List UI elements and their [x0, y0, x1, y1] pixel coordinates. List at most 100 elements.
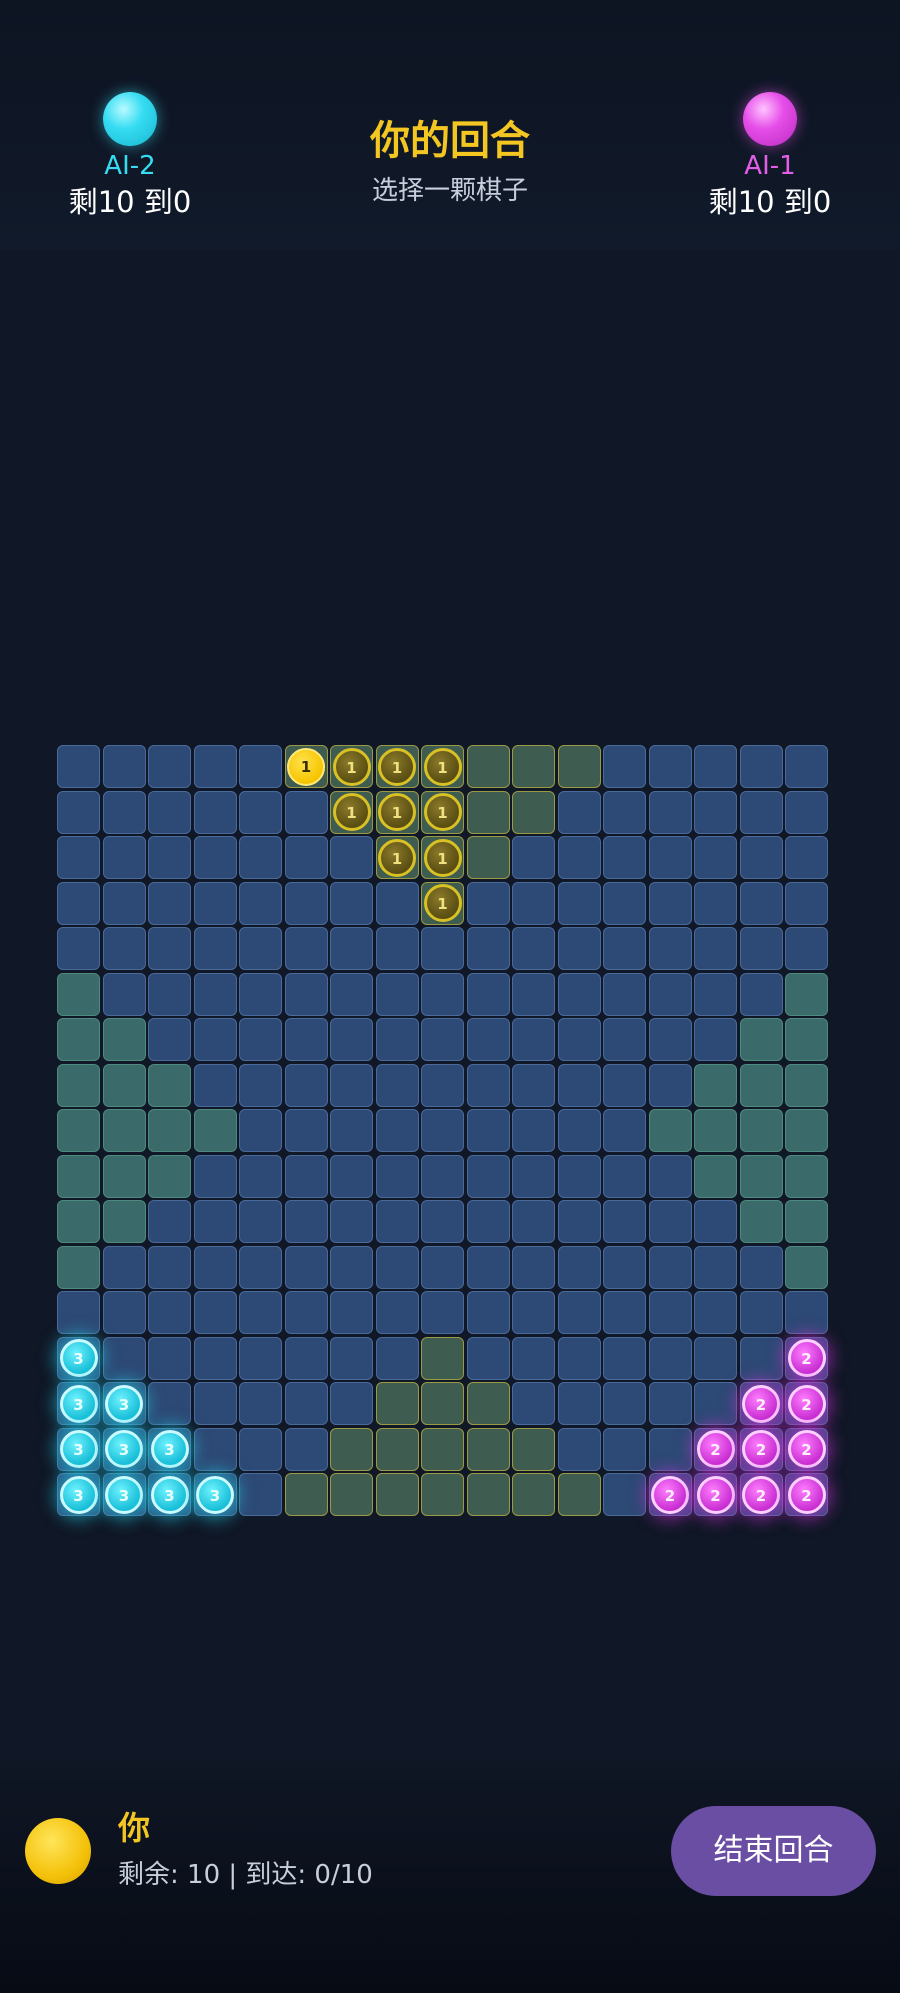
board-cell[interactable] — [193, 972, 237, 1016]
magenta-piece[interactable]: 2 — [696, 1475, 735, 1514]
board-cell[interactable] — [557, 1063, 601, 1107]
board-cell[interactable] — [57, 1018, 100, 1061]
board-cell[interactable] — [193, 1382, 237, 1425]
board-cell[interactable] — [694, 836, 737, 879]
selected-yellow-piece[interactable]: 1 — [287, 747, 325, 786]
magenta-piece[interactable]: 2 — [696, 1430, 735, 1468]
board-cell[interactable] — [421, 1154, 464, 1198]
board-cell[interactable] — [193, 1291, 237, 1334]
board-cell[interactable] — [785, 1063, 828, 1107]
cyan-piece[interactable]: 3 — [196, 1475, 234, 1514]
board-cell[interactable] — [603, 972, 646, 1016]
board-cell[interactable] — [557, 1473, 601, 1516]
cyan-piece[interactable]: 3 — [150, 1430, 189, 1468]
yellow-piece[interactable]: 1 — [423, 793, 462, 831]
board-cell[interactable] — [193, 836, 237, 879]
board-cell[interactable] — [57, 1154, 100, 1198]
board-cell[interactable] — [603, 1200, 646, 1243]
board-cell[interactable] — [239, 1154, 282, 1198]
board-cell[interactable] — [57, 1200, 100, 1243]
board-cell[interactable] — [785, 1291, 828, 1334]
board-cell[interactable] — [148, 836, 191, 879]
board-cell[interactable] — [239, 1109, 282, 1152]
board-cell[interactable] — [421, 1200, 464, 1243]
yellow-piece[interactable]: 1 — [423, 747, 462, 786]
board-cell[interactable] — [239, 1473, 282, 1516]
board-cell[interactable] — [739, 1154, 783, 1198]
board-cell[interactable] — [57, 836, 100, 879]
board-cell[interactable] — [512, 1018, 555, 1061]
yellow-piece[interactable]: 1 — [378, 793, 416, 831]
board-cell[interactable] — [785, 1200, 828, 1243]
board-cell[interactable] — [512, 790, 555, 834]
board-cell[interactable] — [284, 1336, 328, 1380]
board-cell[interactable] — [193, 745, 237, 788]
board-cell[interactable] — [739, 881, 783, 925]
board-cell[interactable] — [648, 1063, 692, 1107]
board-cell[interactable] — [421, 1382, 464, 1425]
magenta-piece[interactable]: 2 — [651, 1475, 689, 1514]
board-cell[interactable] — [694, 1154, 737, 1198]
board-cell[interactable] — [148, 972, 191, 1016]
board-cell[interactable] — [330, 1473, 373, 1516]
board-cell[interactable] — [239, 1427, 282, 1471]
board-cell[interactable] — [239, 1063, 282, 1107]
board-cell[interactable] — [466, 1200, 510, 1243]
board-cell[interactable] — [466, 1109, 510, 1152]
board-cell[interactable] — [284, 790, 328, 834]
board-cell[interactable] — [785, 1154, 828, 1198]
board-cell[interactable] — [739, 790, 783, 834]
board-cell[interactable] — [557, 1018, 601, 1061]
board-cell[interactable] — [785, 927, 828, 970]
board-cell[interactable] — [284, 1473, 328, 1516]
board-cell[interactable] — [603, 1018, 646, 1061]
board-cell[interactable] — [512, 1063, 555, 1107]
board-cell[interactable] — [466, 1427, 510, 1471]
board-cell[interactable] — [648, 1336, 692, 1380]
board-cell[interactable] — [512, 1154, 555, 1198]
board-cell[interactable] — [284, 1018, 328, 1061]
board-cell[interactable] — [330, 1018, 373, 1061]
magenta-piece[interactable]: 2 — [787, 1475, 826, 1514]
board-cell[interactable] — [512, 1473, 555, 1516]
board-cell[interactable] — [375, 1018, 419, 1061]
board-cell[interactable] — [148, 1063, 191, 1107]
board-cell[interactable] — [694, 745, 737, 788]
board-cell[interactable] — [557, 1382, 601, 1425]
board-cell[interactable] — [330, 1154, 373, 1198]
board-cell[interactable] — [512, 881, 555, 925]
board-cell[interactable] — [375, 927, 419, 970]
board-cell[interactable] — [512, 927, 555, 970]
board-cell[interactable] — [284, 1427, 328, 1471]
yellow-piece[interactable]: 1 — [423, 838, 462, 877]
cyan-piece[interactable]: 3 — [59, 1384, 98, 1423]
board-cell[interactable] — [193, 790, 237, 834]
board-cell[interactable] — [557, 1154, 601, 1198]
board-cell[interactable] — [466, 1018, 510, 1061]
board-cell[interactable] — [284, 1063, 328, 1107]
board-cell[interactable] — [648, 1154, 692, 1198]
board-cell[interactable] — [785, 1109, 828, 1152]
board-cell[interactable] — [694, 1291, 737, 1334]
board-cell[interactable] — [785, 1245, 828, 1289]
board-cell[interactable] — [330, 1109, 373, 1152]
board-cell[interactable] — [603, 1109, 646, 1152]
board-cell[interactable] — [57, 745, 100, 788]
board-cell[interactable] — [330, 1336, 373, 1380]
board-cell[interactable] — [648, 1291, 692, 1334]
board-cell[interactable] — [603, 1427, 646, 1471]
board-cell[interactable] — [694, 1336, 737, 1380]
board-cell[interactable] — [193, 881, 237, 925]
board-cell[interactable] — [148, 790, 191, 834]
board-cell[interactable] — [785, 745, 828, 788]
board-cell[interactable] — [239, 972, 282, 1016]
board-cell[interactable] — [284, 1245, 328, 1289]
board-cell[interactable] — [239, 790, 282, 834]
game-board[interactable]: 111111111133333333332222222222 — [57, 745, 842, 1530]
board-cell[interactable] — [375, 1154, 419, 1198]
board-cell[interactable] — [648, 927, 692, 970]
board-cell[interactable] — [375, 881, 419, 925]
end-turn-button[interactable]: 结束回合 — [671, 1806, 876, 1896]
yellow-piece[interactable]: 1 — [378, 747, 416, 786]
board-cell[interactable] — [239, 836, 282, 879]
